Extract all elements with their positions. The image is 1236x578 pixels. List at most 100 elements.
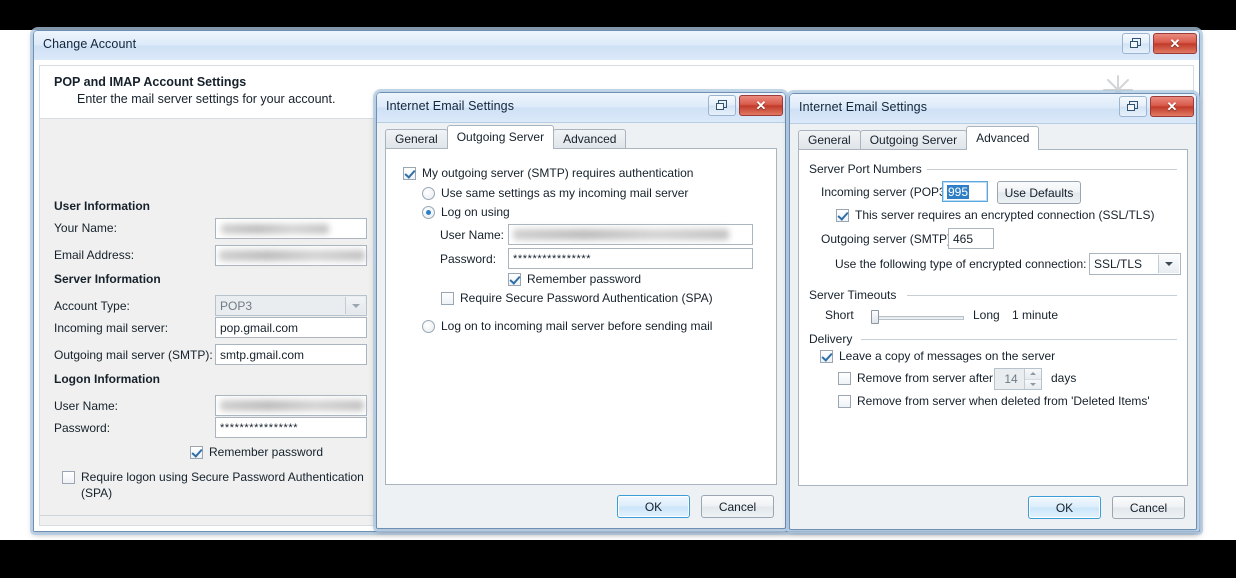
page-subtitle: Enter the mail server settings for your … <box>77 92 336 106</box>
outgoing-password-input[interactable]: **************** <box>508 248 753 269</box>
remove-when-deleted-checkbox[interactable] <box>838 395 851 408</box>
label-timeout-long: Long <box>973 308 1000 322</box>
label-incoming-mail-server: Incoming mail server: <box>54 321 169 335</box>
leave-copy-checkbox[interactable] <box>820 350 833 363</box>
ssl-incoming-checkbox[interactable] <box>836 209 849 222</box>
outgoing-server-dialog: Internet Email Settings ✕ General Outgoi… <box>376 92 786 529</box>
label-outgoing-require-spa: Require Secure Password Authentication (… <box>460 291 713 305</box>
advanced-ok-button[interactable]: OK <box>1028 496 1101 519</box>
incoming-port-input[interactable]: 995 <box>942 181 988 202</box>
close-icon[interactable]: ✕ <box>739 95 783 116</box>
radio-log-on-using[interactable] <box>422 206 435 219</box>
label-password: Password: <box>54 421 111 435</box>
label-leave-copy: Leave a copy of messages on the server <box>839 349 1056 363</box>
change-account-window-buttons: ✕ <box>1122 33 1197 54</box>
advanced-dialog-titlebar[interactable]: Internet Email Settings ✕ <box>790 94 1196 124</box>
outgoing-ok-button[interactable]: OK <box>617 495 690 518</box>
tab-advanced[interactable]: Advanced <box>966 126 1040 150</box>
outgoing-cancel-button[interactable]: Cancel <box>701 495 774 518</box>
label-outgoing-user-name: User Name: <box>440 228 505 242</box>
timeout-slider-track[interactable] <box>871 316 964 320</box>
remove-after-checkbox[interactable] <box>838 372 851 385</box>
encryption-type-value: SSL/TLS <box>1094 257 1143 271</box>
stepper-down-icon[interactable] <box>1025 379 1041 389</box>
restore-icon[interactable] <box>1122 33 1150 54</box>
outgoing-user-name-input[interactable] <box>508 224 753 245</box>
group-delivery: Delivery Leave a copy of messages on the… <box>809 332 1177 412</box>
restore-icon[interactable] <box>1119 96 1147 117</box>
restore-icon[interactable] <box>708 95 736 116</box>
label-remember-password: Remember password <box>209 445 324 459</box>
advanced-dialog-body: General Outgoing Server Advanced Server … <box>790 123 1196 529</box>
label-require-spa: Require logon using Secure Password Auth… <box>81 470 364 500</box>
change-account-titlebar[interactable]: Change Account ✕ <box>34 31 1199 61</box>
outgoing-mail-server-input[interactable]: smtp.gmail.com <box>215 344 367 365</box>
remove-after-days-value: 14 <box>1004 372 1018 386</box>
page-title: POP and IMAP Account Settings <box>54 75 247 89</box>
outgoing-dialog-titlebar[interactable]: Internet Email Settings ✕ <box>377 93 785 123</box>
label-log-on-using: Log on using <box>441 205 510 219</box>
label-ssl-incoming: This server requires an encrypted connec… <box>855 208 1155 222</box>
outgoing-require-spa-checkbox[interactable] <box>441 292 454 305</box>
tab-general[interactable]: General <box>798 130 861 150</box>
account-type-select[interactable]: POP3 <box>215 295 367 316</box>
incoming-port-value: 995 <box>947 185 970 199</box>
logon-user-name-input[interactable] <box>215 395 367 416</box>
encryption-type-select[interactable]: SSL/TLS <box>1089 253 1181 275</box>
outgoing-dialog-title: Internet Email Settings <box>386 99 515 113</box>
label-incoming-port: Incoming server (POP3): <box>821 185 954 199</box>
label-user-name: User Name: <box>54 399 119 413</box>
label-delivery: Delivery <box>809 332 858 346</box>
label-outgoing-remember-password: Remember password <box>527 272 642 286</box>
advanced-dialog: Internet Email Settings ✕ General Outgoi… <box>789 93 1197 530</box>
label-outgoing-mail-server: Outgoing mail server (SMTP): <box>54 348 213 362</box>
advanced-dialog-title: Internet Email Settings <box>799 100 928 114</box>
timeout-slider-thumb[interactable] <box>871 310 879 324</box>
close-icon[interactable]: ✕ <box>1153 33 1197 54</box>
label-encryption-type: Use the following type of encrypted conn… <box>835 257 1087 271</box>
chevron-down-icon[interactable] <box>345 297 365 314</box>
smtp-requires-auth-checkbox[interactable] <box>403 167 416 180</box>
tab-advanced[interactable]: Advanced <box>553 129 627 149</box>
tab-outgoing-server[interactable]: Outgoing Server <box>446 125 555 149</box>
advanced-dialog-window-buttons: ✕ <box>1119 96 1194 117</box>
outgoing-port-input[interactable]: 465 <box>948 228 994 249</box>
account-type-value: POP3 <box>220 299 253 313</box>
tab-outgoing-server[interactable]: Outgoing Server <box>859 130 968 150</box>
change-account-title: Change Account <box>43 37 137 51</box>
close-icon[interactable]: ✕ <box>1150 96 1194 117</box>
remove-after-days-stepper[interactable]: 14 <box>994 368 1042 390</box>
require-spa-checkbox[interactable] <box>62 471 75 484</box>
section-logon-information: Logon Information <box>54 372 160 386</box>
label-outgoing-password: Password: <box>440 252 497 266</box>
outgoing-remember-password-checkbox[interactable] <box>508 273 521 286</box>
advanced-cancel-button[interactable]: Cancel <box>1112 496 1185 519</box>
radio-log-on-incoming-first[interactable] <box>422 320 435 333</box>
outgoing-dialog-tabs: General Outgoing Server Advanced <box>385 125 627 149</box>
screen: Change Account ✕ POP and IMAP Account Se… <box>0 0 1236 578</box>
label-smtp-requires-auth: My outgoing server (SMTP) requires authe… <box>422 166 694 180</box>
your-name-input[interactable] <box>215 218 367 239</box>
label-remove-after: Remove from server after <box>857 371 994 385</box>
stepper-up-icon[interactable] <box>1025 369 1041 380</box>
section-server-information: Server Information <box>54 272 161 286</box>
label-email-address: Email Address: <box>54 248 135 262</box>
section-user-information: User Information <box>54 199 151 213</box>
label-outgoing-port: Outgoing server (SMTP): <box>821 232 955 246</box>
use-defaults-button[interactable]: Use Defaults <box>997 181 1081 204</box>
label-log-on-incoming-first: Log on to incoming mail server before se… <box>441 319 713 333</box>
label-use-same-settings: Use same settings as my incoming mail se… <box>441 186 689 200</box>
chevron-down-icon[interactable] <box>1158 255 1179 273</box>
incoming-mail-server-input[interactable]: pop.gmail.com <box>215 317 367 338</box>
group-server-timeouts: Server Timeouts Short Long 1 minute <box>809 288 1177 330</box>
label-days: days <box>1051 371 1077 385</box>
remember-password-checkbox[interactable] <box>190 446 203 459</box>
stepper-buttons[interactable] <box>1024 369 1041 389</box>
outgoing-server-tabpage: My outgoing server (SMTP) requires authe… <box>385 148 777 485</box>
logon-password-input[interactable]: **************** <box>215 417 367 438</box>
tab-general[interactable]: General <box>385 129 448 149</box>
email-address-input[interactable] <box>215 245 367 266</box>
label-server-port-numbers: Server Port Numbers <box>809 162 927 176</box>
label-remove-when-deleted: Remove from server when deleted from 'De… <box>857 394 1150 408</box>
radio-use-same-settings[interactable] <box>422 187 435 200</box>
